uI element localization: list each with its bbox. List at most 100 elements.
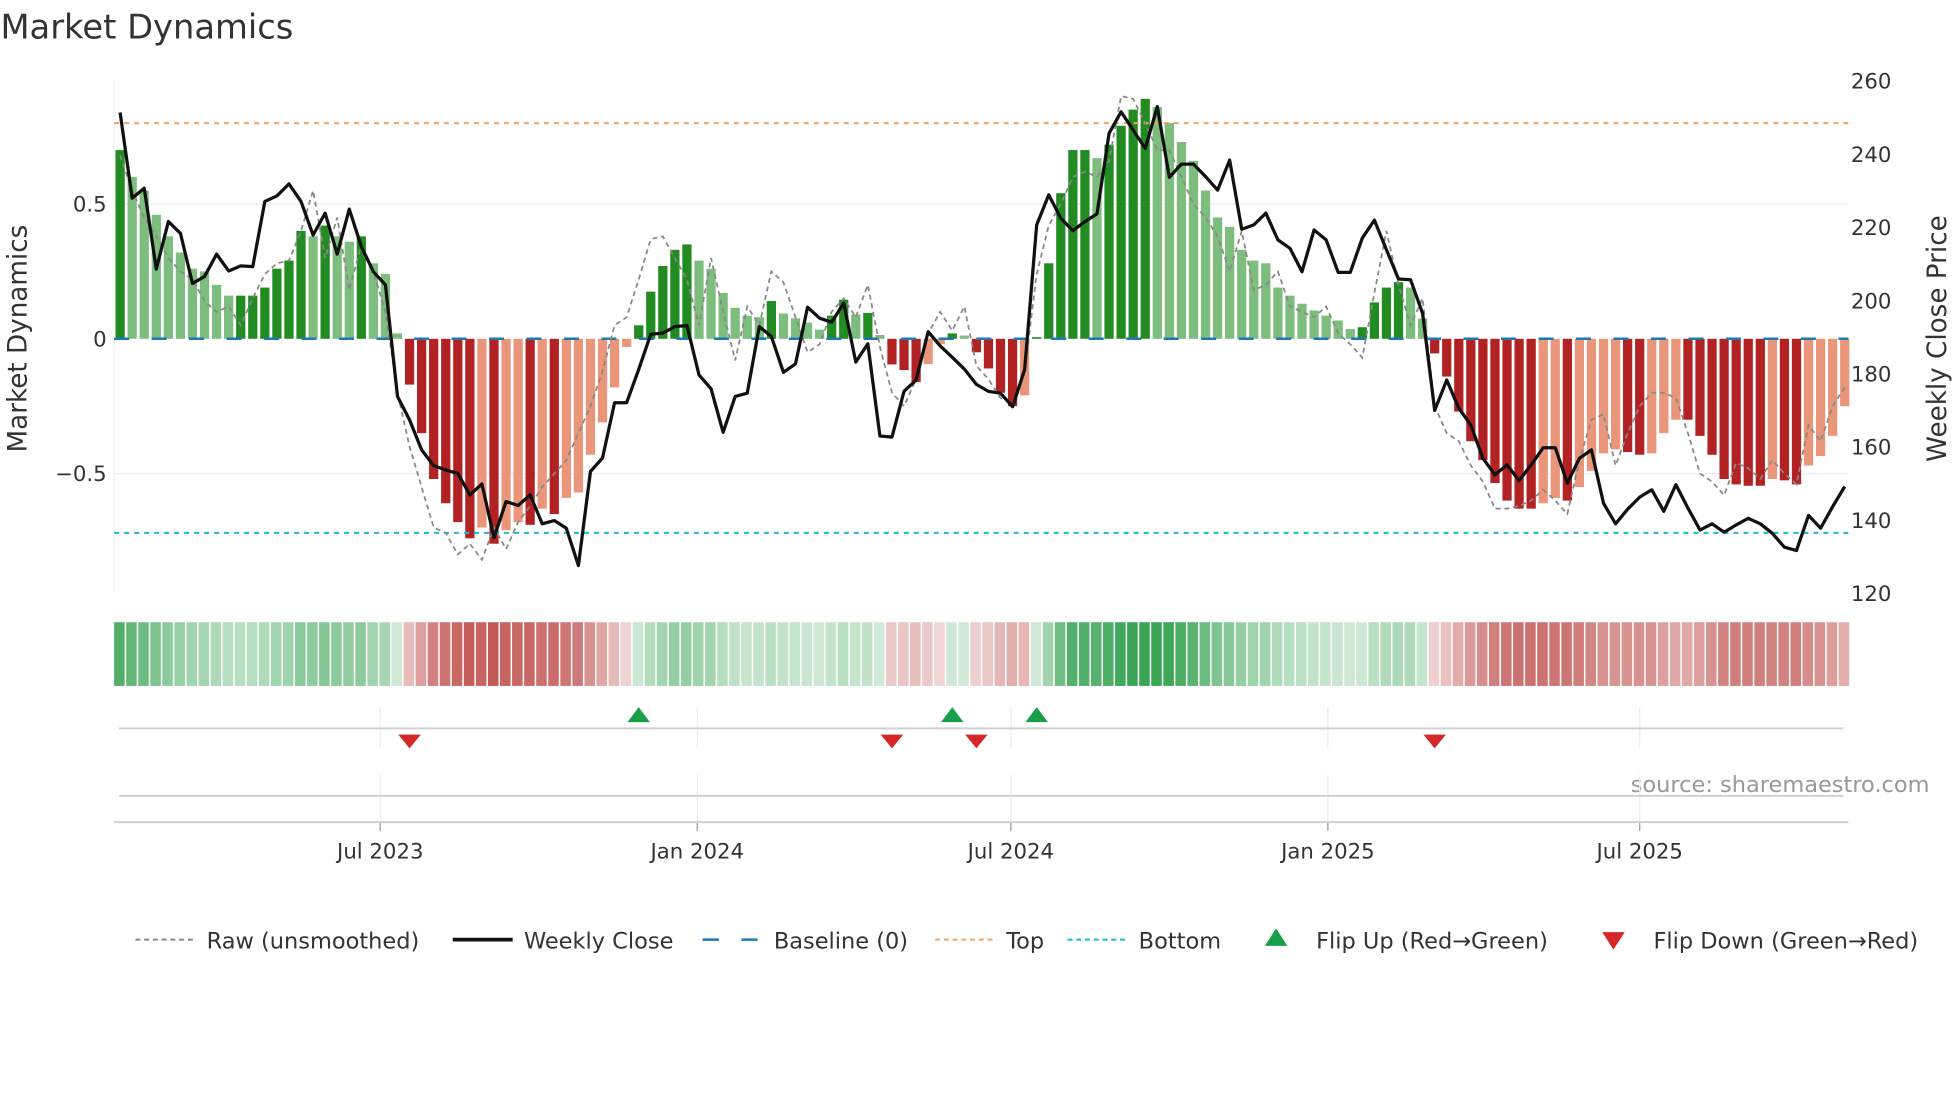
flip-up-marker: [941, 707, 964, 723]
x-tick-label: Jul 2024: [966, 839, 1054, 864]
y-tick-label: 0: [93, 327, 107, 352]
regime-cell: [1211, 622, 1223, 686]
momentum-bar: [1176, 141, 1187, 339]
momentum-bar: [790, 318, 801, 339]
regime-cell: [379, 622, 390, 686]
regime-cell: [680, 622, 692, 686]
regime-cell: [1271, 622, 1283, 686]
momentum-bar: [320, 225, 330, 339]
regime-cell: [451, 622, 463, 686]
regime-cell: [1344, 622, 1355, 686]
momentum-bar: [308, 236, 318, 339]
momentum-bar: [1731, 338, 1741, 485]
regime-cell: [1332, 622, 1343, 686]
regime-cell: [982, 622, 993, 686]
regime-cell: [114, 622, 125, 686]
momentum-bar: [272, 268, 282, 339]
regime-cell: [162, 622, 173, 686]
momentum-bar: [115, 150, 125, 339]
momentum-bar: [1128, 109, 1138, 339]
momentum-bar: [175, 252, 186, 339]
momentum-bar: [537, 338, 547, 509]
regime-cell: [1452, 622, 1464, 686]
regime-cell: [1018, 622, 1030, 686]
regime-cell: [391, 622, 403, 686]
regime-cell: [1428, 622, 1440, 686]
momentum-bar: [634, 325, 644, 339]
regime-cell: [331, 622, 342, 686]
regime-cell: [1054, 622, 1066, 686]
regime-cell: [825, 622, 837, 686]
regime-cell: [548, 622, 559, 686]
momentum-bar: [983, 338, 994, 369]
regime-cell: [1115, 622, 1126, 686]
y2-axis-label: Weekly Close Price: [1923, 215, 1953, 462]
regime-cell: [1392, 622, 1404, 686]
regime-cell: [1585, 622, 1596, 686]
momentum-bar: [1152, 106, 1162, 339]
regime-cell: [849, 622, 861, 686]
regime-cell: [922, 622, 933, 686]
momentum-bar: [573, 338, 584, 493]
regime-cell: [1175, 622, 1186, 686]
regime-cell: [222, 622, 234, 686]
momentum-bar: [1610, 338, 1621, 450]
momentum-bar: [1297, 303, 1307, 339]
regime-cell: [692, 622, 704, 686]
regime-cell: [258, 622, 270, 686]
momentum-bar: [730, 307, 740, 339]
line-series: [118, 95, 1847, 568]
momentum-bar: [1357, 327, 1367, 339]
momentum-bar: [1490, 338, 1500, 484]
regime-cell: [475, 622, 487, 686]
regime-cell: [1163, 622, 1174, 686]
regime-cell: [1187, 622, 1199, 686]
x-tick-label: Jul 2025: [1594, 839, 1682, 864]
momentum-bar: [1393, 282, 1404, 339]
regime-cell: [1513, 622, 1524, 686]
momentum-bar: [1032, 337, 1042, 339]
regime-cell: [355, 622, 366, 686]
regime-cell: [1030, 622, 1042, 686]
momentum-bar: [151, 214, 161, 339]
momentum-bar: [344, 241, 354, 339]
momentum-bar: [1237, 249, 1247, 339]
regime-cell: [524, 622, 535, 686]
regime-cell: [1597, 622, 1609, 686]
regime-cell: [403, 622, 415, 686]
regime-cell: [1681, 622, 1693, 686]
regime-cell: [1042, 622, 1054, 686]
momentum-bar: [127, 177, 137, 339]
momentum-bar: [1743, 338, 1753, 486]
momentum-bar: [1044, 263, 1054, 339]
regime-cell: [439, 622, 451, 686]
legend: Raw (unsmoothed) Weekly Close Baseline (0)…: [135, 928, 1918, 954]
regime-cell: [1573, 622, 1584, 686]
regime-cell: [1235, 622, 1247, 686]
legend-label: Flip Up (Red→Green): [1316, 928, 1548, 954]
regime-cell: [1549, 622, 1560, 686]
regime-cell: [1368, 622, 1379, 686]
regime-cell: [1464, 622, 1476, 686]
momentum-bar: [1695, 338, 1705, 436]
regime-cell: [1416, 622, 1428, 686]
momentum-bar: [706, 268, 716, 339]
regime-cell: [1657, 622, 1669, 686]
momentum-bar: [1345, 329, 1355, 339]
regime-cell: [1066, 622, 1078, 686]
regime-cell: [1706, 622, 1717, 686]
regime-cell: [1151, 622, 1162, 686]
regime-cell: [1501, 622, 1512, 686]
momentum-bar: [1333, 320, 1343, 339]
momentum-bar: [1598, 338, 1609, 454]
regime-cell: [282, 622, 294, 686]
momentum-bar: [622, 338, 632, 347]
regime-cell: [584, 622, 595, 686]
regime-cell: [1090, 622, 1102, 686]
momentum-bar: [694, 260, 704, 339]
momentum-bar: [416, 338, 427, 434]
momentum-bar: [1188, 160, 1199, 339]
momentum-bar: [863, 312, 873, 339]
regime-cell: [1838, 622, 1850, 686]
regime-cell: [1525, 622, 1536, 686]
